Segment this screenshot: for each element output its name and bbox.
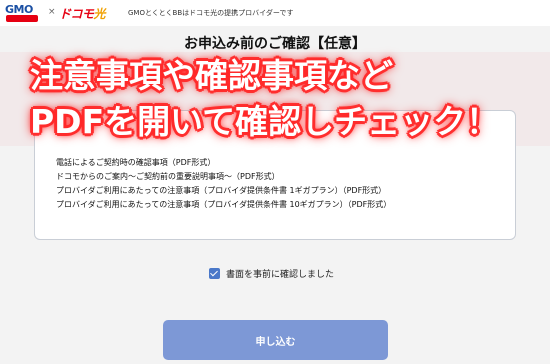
hikari-logo-text: 光	[93, 7, 106, 21]
gmo-logo-badge	[6, 15, 38, 22]
docomo-logo-text: ドコモ	[59, 7, 94, 21]
confirm-checkbox[interactable]	[209, 268, 220, 279]
submit-button[interactable]: 申し込む	[163, 320, 388, 360]
header-tagline: GMOとくとくBBはドコモ光の提携プロバイダーです	[128, 9, 294, 17]
document-link-docomo-important[interactable]: ドコモからのご案内～ご契約前の重要説明事項～（PDF形式）	[56, 170, 391, 184]
docomo-hikari-logo[interactable]: ドコモ光	[59, 5, 106, 22]
confirm-checkbox-label: 書面を事前に確認しました	[226, 270, 335, 280]
overlay-caption-line-2: PDFを開いて確認しチェック！	[30, 102, 500, 141]
confirm-checkbox-row[interactable]: 書面を事前に確認しました	[209, 267, 334, 280]
document-link-provider-10g[interactable]: プロバイダご利用にあたっての注意事項（プロバイダ提供条件書 10ギガプラン）（P…	[56, 198, 391, 212]
document-link-phone-contract[interactable]: 電話によるご契約時の確認事項（PDF形式）	[56, 156, 391, 170]
logo-separator: ×	[48, 7, 56, 17]
site-header: GMO × ドコモ光 GMOとくとくBBはドコモ光の提携プロバイダーです	[0, 0, 550, 26]
overlay-caption-line-1: 注意事項や確認事項など	[30, 56, 393, 95]
gmo-logo[interactable]: GMO	[5, 3, 43, 23]
page-title: お申込み前のご確認【任意】	[184, 36, 366, 52]
document-link-provider-1g[interactable]: プロバイダご利用にあたっての注意事項（プロバイダ提供条件書 1ギガプラン）（PD…	[56, 184, 391, 198]
document-list: 電話によるご契約時の確認事項（PDF形式） ドコモからのご案内～ご契約前の重要説…	[56, 156, 391, 212]
